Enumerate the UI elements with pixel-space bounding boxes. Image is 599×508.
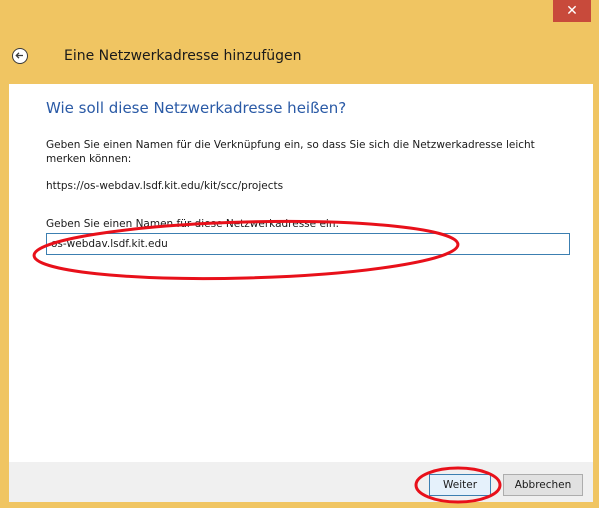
instruction-text: Geben Sie einen Namen für die Verknüpfun… bbox=[46, 139, 535, 165]
network-address-url: https://os-webdav.lsdf.kit.edu/kit/scc/p… bbox=[46, 180, 284, 192]
back-button[interactable] bbox=[12, 48, 28, 64]
content-panel: Wie soll diese Netzwerkadresse heißen? G… bbox=[9, 84, 593, 462]
title-bar: ✕ bbox=[0, 0, 599, 26]
back-arrow-icon bbox=[15, 52, 23, 59]
page-heading: Wie soll diese Netzwerkadresse heißen? bbox=[46, 99, 347, 117]
close-button[interactable]: ✕ bbox=[553, 0, 591, 22]
button-bar: Weiter Abbrechen bbox=[9, 462, 593, 502]
wizard-title: Eine Netzwerkadresse hinzufügen bbox=[64, 48, 302, 64]
dialog-window: ✕ Eine Netzwerkadresse hinzufügen Wie so… bbox=[0, 0, 599, 508]
name-field-label: Geben Sie einen Namen für diese Netzwerk… bbox=[46, 218, 340, 230]
wizard-header: Eine Netzwerkadresse hinzufügen bbox=[0, 26, 599, 84]
cancel-button[interactable]: Abbrechen bbox=[503, 474, 583, 496]
close-icon: ✕ bbox=[566, 3, 578, 19]
next-button[interactable]: Weiter bbox=[429, 474, 491, 496]
name-input[interactable] bbox=[46, 233, 570, 255]
